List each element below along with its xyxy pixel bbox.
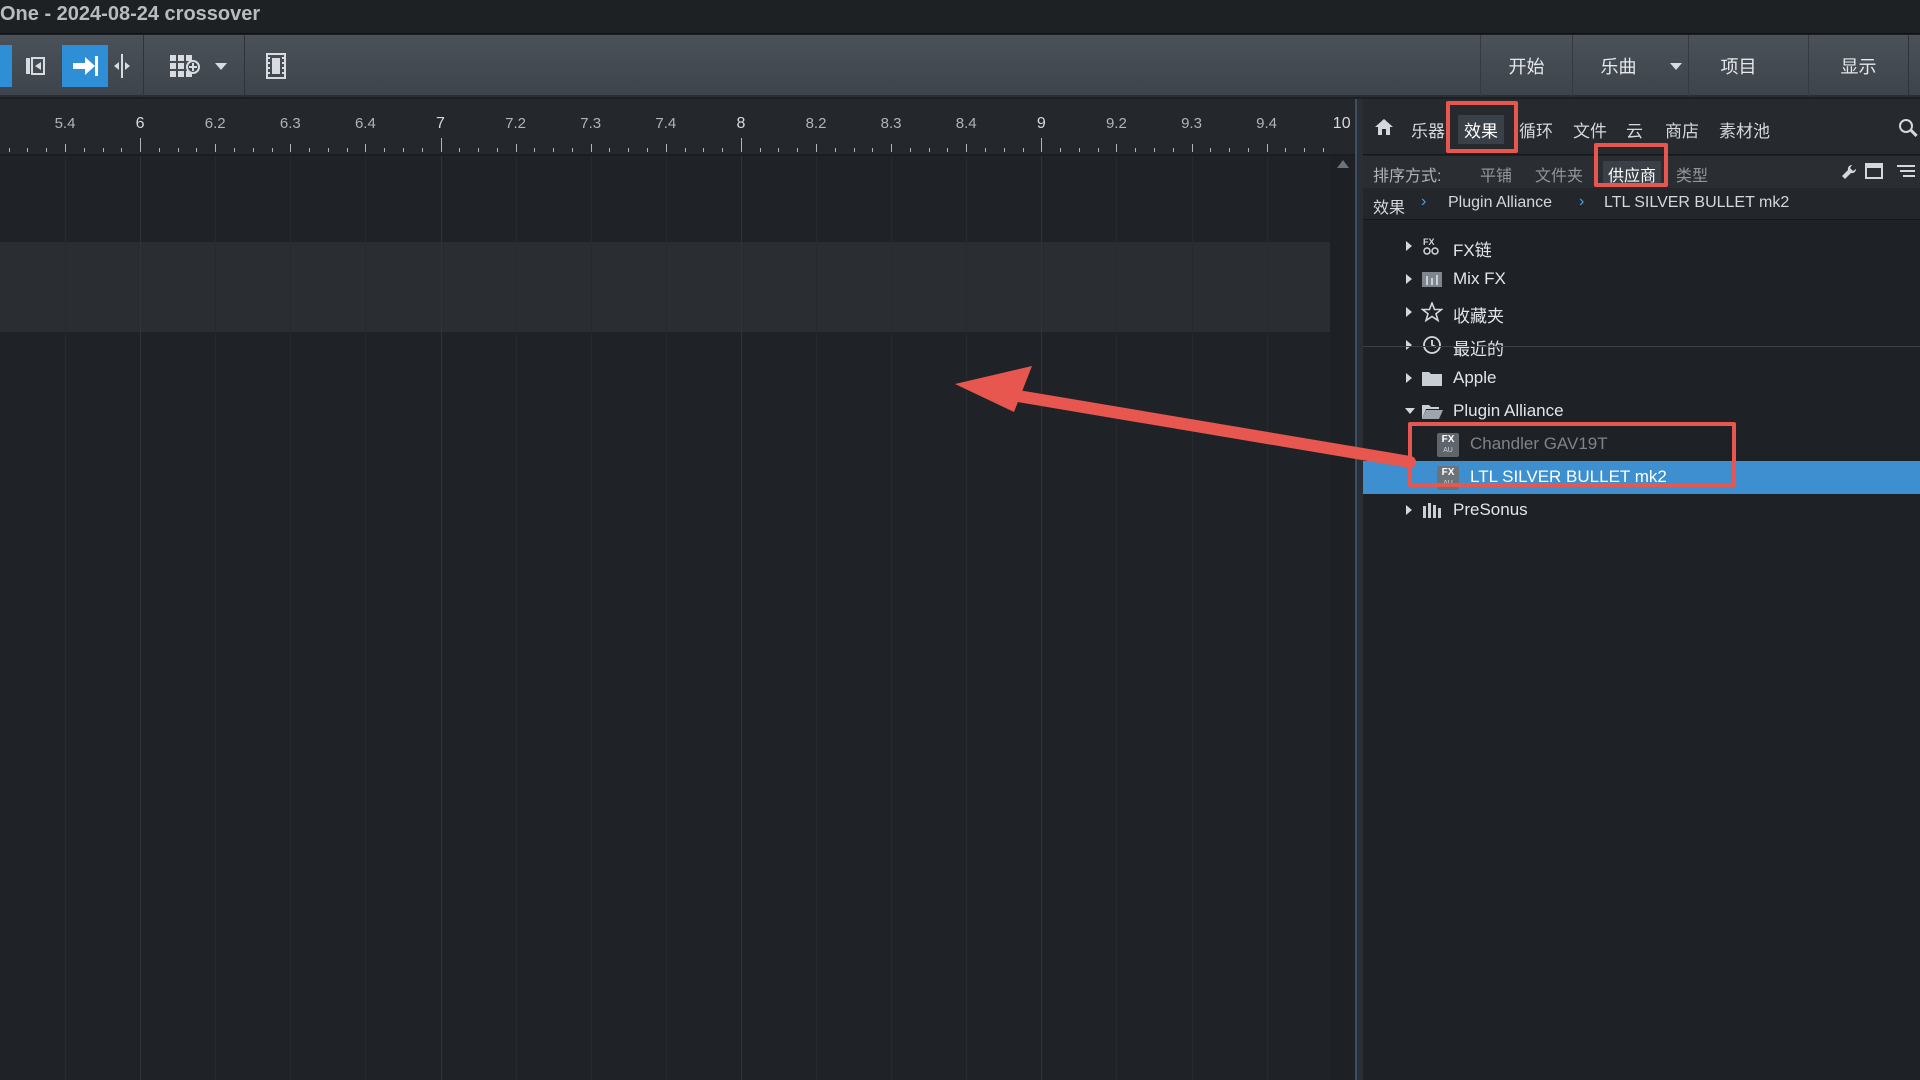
annotation-arrow-icon (955, 366, 1416, 468)
